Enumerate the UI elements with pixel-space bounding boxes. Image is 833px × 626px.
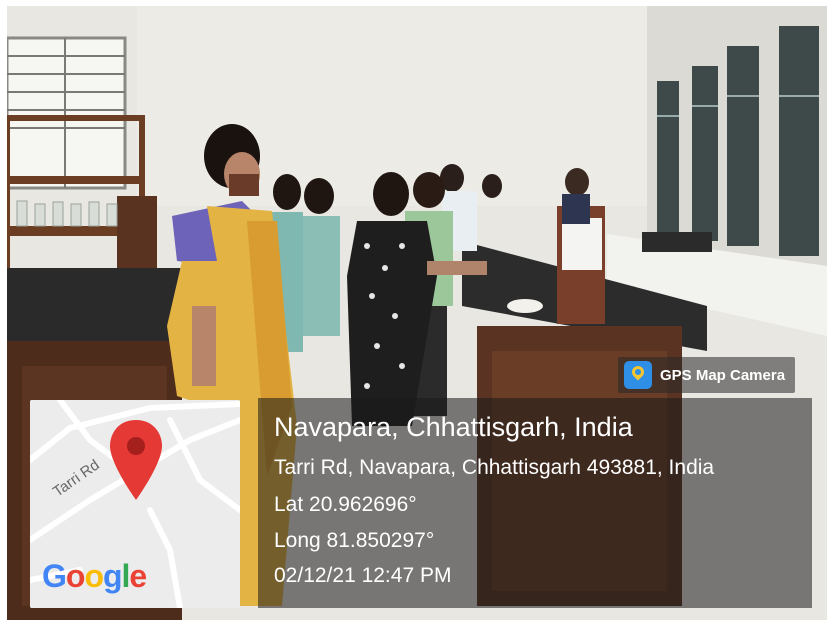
location-title: Navapara, Chhattisgarh, India <box>274 412 633 442</box>
badge-label: GPS Map Camera <box>660 366 786 384</box>
gps-map-camera-badge: GPS Map Camera <box>618 357 796 393</box>
location-info-panel: Navapara, Chhattisgarh, India Tarri Rd, … <box>258 398 812 608</box>
map-pin-icon <box>624 361 652 389</box>
location-address: Tarri Rd, Navapara, Chhattisgarh 493881,… <box>274 456 715 479</box>
google-logo: Google <box>42 558 147 594</box>
latitude-value: Lat 20.962696° <box>274 493 417 516</box>
map-thumbnail: Tarri Rd Google <box>30 400 240 608</box>
datetime-value: 02/12/21 12:47 PM <box>274 564 452 587</box>
longitude-value: Long 81.850297° <box>274 529 435 552</box>
